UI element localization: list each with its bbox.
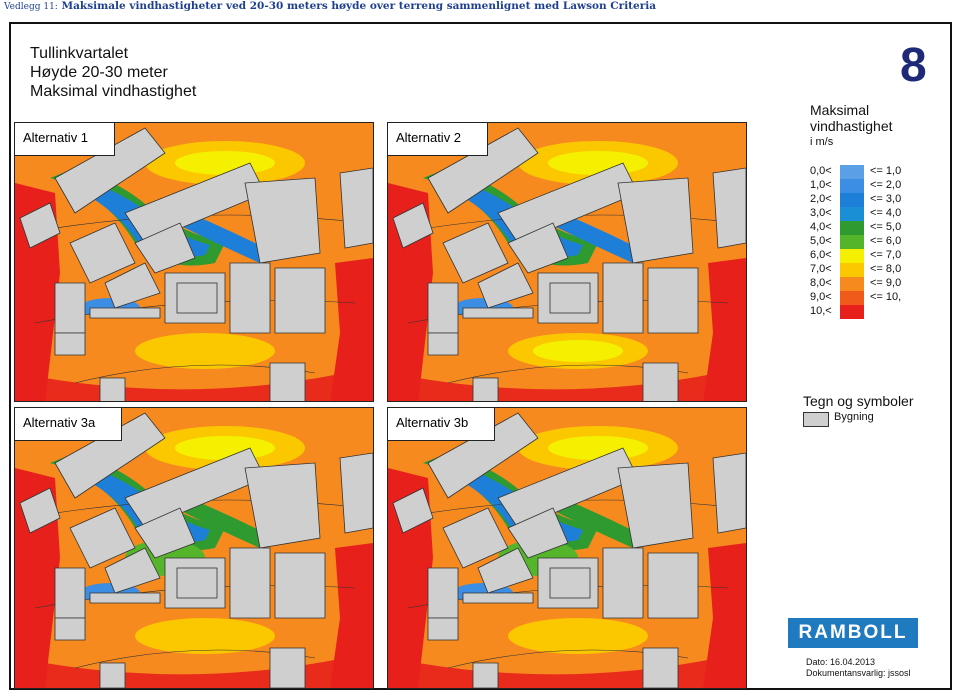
legend-lower: 7,0< bbox=[810, 263, 832, 275]
legend-upper: <= 2,0 bbox=[870, 179, 902, 191]
legend-lower: 3,0< bbox=[810, 207, 832, 219]
map-alternativ-3b: Alternativ 3b bbox=[387, 407, 747, 689]
document-date: Dato: 16.04.2013 bbox=[806, 657, 876, 667]
logo-text: RAMBOLL bbox=[798, 622, 908, 643]
title-line-1: Tullinkvartalet bbox=[30, 45, 129, 62]
document-owner: Dokumentansvarlig: jssosl bbox=[806, 668, 911, 678]
legend-title-line-1: Maksimal bbox=[810, 102, 870, 118]
legend-swatch bbox=[840, 249, 864, 263]
legend-lower: 4,0< bbox=[810, 221, 832, 233]
legend-upper: <= 8,0 bbox=[870, 263, 902, 275]
legend-swatch bbox=[840, 291, 864, 305]
legend-lower: 6,0< bbox=[810, 249, 832, 261]
legend-upper: <= 6,0 bbox=[870, 235, 902, 247]
map-label: Alternativ 3b bbox=[388, 408, 496, 441]
legend-lower: 5,0< bbox=[810, 235, 832, 247]
title-line-3: Maksimal vindhastighet bbox=[30, 83, 197, 100]
legend-unit: i m/s bbox=[810, 136, 834, 148]
legend-upper: <= 3,0 bbox=[870, 193, 902, 205]
legend-swatch bbox=[840, 277, 864, 291]
map-alternativ-2: Alternativ 2 bbox=[387, 122, 747, 402]
building-symbol-label: Bygning bbox=[834, 411, 874, 423]
building-symbol bbox=[803, 412, 829, 427]
symbols-title: Tegn og symboler bbox=[803, 393, 914, 409]
legend-lower: 9,0< bbox=[810, 291, 832, 303]
map-label: Alternativ 1 bbox=[15, 123, 116, 156]
legend-upper: <= 5,0 bbox=[870, 221, 902, 233]
legend-lower: 10,< bbox=[810, 305, 832, 317]
map-label: Alternativ 2 bbox=[388, 123, 489, 156]
legend-swatch bbox=[840, 207, 864, 221]
ramboll-logo: RAMBOLL bbox=[788, 618, 918, 648]
wind-field-map bbox=[388, 123, 746, 401]
map-label: Alternativ 3a bbox=[15, 408, 123, 441]
wind-field-map bbox=[15, 123, 373, 401]
legend-lower: 0,0< bbox=[810, 165, 832, 177]
caption-text: Maksimale vindhastigheter ved 20-30 mete… bbox=[61, 0, 657, 12]
sheet-title: Tullinkvartalet Høyde 20-30 meter Maksim… bbox=[30, 44, 196, 101]
legend-swatch bbox=[840, 305, 864, 319]
legend-title: Maksimal vindhastighet i m/s bbox=[810, 102, 893, 150]
legend-swatch bbox=[840, 179, 864, 193]
wind-field-map bbox=[388, 408, 746, 688]
title-line-2: Høyde 20-30 meter bbox=[30, 64, 168, 81]
document-caption: Vedlegg 11: Maksimale vindhastigheter ve… bbox=[4, 0, 656, 12]
legend-upper: <= 4,0 bbox=[870, 207, 902, 219]
legend-swatch bbox=[840, 263, 864, 277]
sheet-number: 8 bbox=[900, 39, 927, 92]
map-alternativ-3a: Alternativ 3a bbox=[14, 407, 374, 689]
caption-prefix: Vedlegg 11: bbox=[4, 2, 58, 12]
legend-upper: <= 1,0 bbox=[870, 165, 902, 177]
wind-field-map bbox=[15, 408, 373, 688]
legend-swatch bbox=[840, 193, 864, 207]
legend-lower: 1,0< bbox=[810, 179, 832, 191]
legend-swatch bbox=[840, 165, 864, 179]
legend-swatch bbox=[840, 235, 864, 249]
legend-lower: 2,0< bbox=[810, 193, 832, 205]
map-alternativ-1: Alternativ 1 bbox=[14, 122, 374, 402]
legend-title-line-2: vindhastighet bbox=[810, 118, 893, 134]
legend-upper: <= 7,0 bbox=[870, 249, 902, 261]
legend-lower: 8,0< bbox=[810, 277, 832, 289]
legend-upper: <= 9,0 bbox=[870, 277, 902, 289]
legend-swatch bbox=[840, 221, 864, 235]
legend-upper: <= 10, bbox=[870, 291, 902, 303]
